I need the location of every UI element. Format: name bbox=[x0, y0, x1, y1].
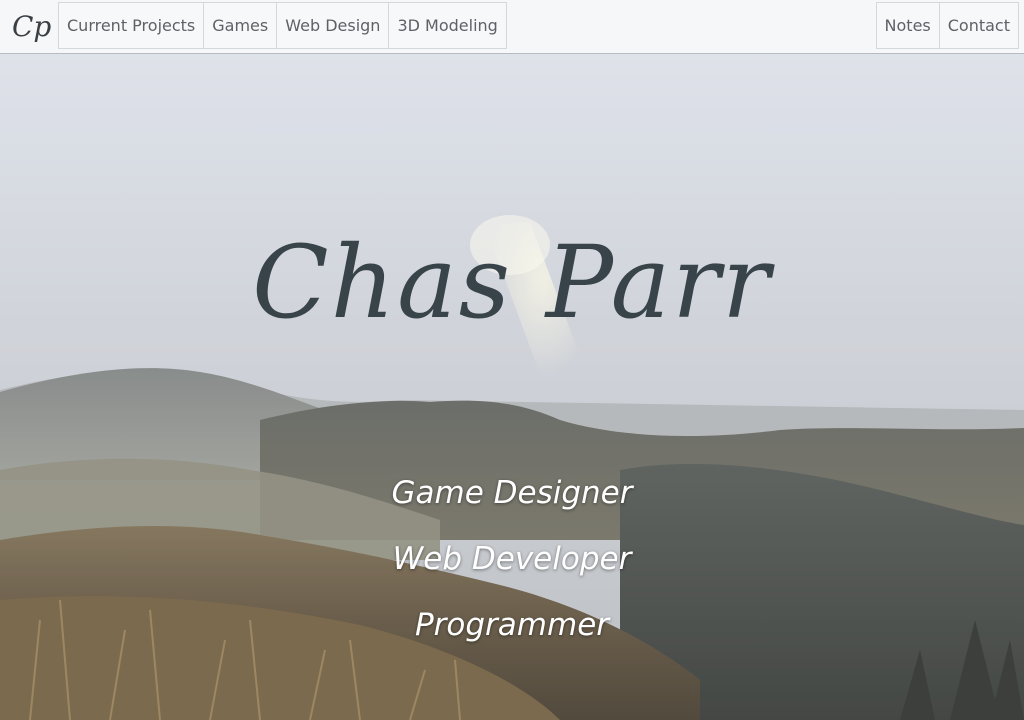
nav-left-group: Current Projects Games Web Design 3D Mod… bbox=[58, 2, 507, 49]
nav-3d-modeling[interactable]: 3D Modeling bbox=[388, 2, 507, 49]
hero-title: Chas Parr bbox=[252, 224, 772, 341]
role-web-developer: Web Developer bbox=[392, 541, 632, 577]
brand-mark-text: Cp bbox=[12, 10, 51, 43]
page: Cp Current Projects Games Web Design 3D … bbox=[0, 0, 1024, 720]
nav-web-design[interactable]: Web Design bbox=[276, 2, 390, 49]
brand-logo-link[interactable]: Cp bbox=[4, 2, 56, 50]
nav-current-projects[interactable]: Current Projects bbox=[58, 2, 205, 49]
nav-contact[interactable]: Contact bbox=[938, 2, 1019, 49]
cp-logo-icon: Cp bbox=[12, 10, 51, 43]
top-navbar: Cp Current Projects Games Web Design 3D … bbox=[0, 0, 1024, 54]
nav-games[interactable]: Games bbox=[203, 2, 278, 49]
role-game-designer: Game Designer bbox=[391, 475, 633, 511]
role-programmer: Programmer bbox=[414, 607, 610, 643]
roles-list: Game Designer Web Developer Programmer bbox=[0, 460, 1024, 658]
nav-notes[interactable]: Notes bbox=[875, 2, 940, 49]
nav-right-group: Notes Contact bbox=[875, 2, 1019, 49]
